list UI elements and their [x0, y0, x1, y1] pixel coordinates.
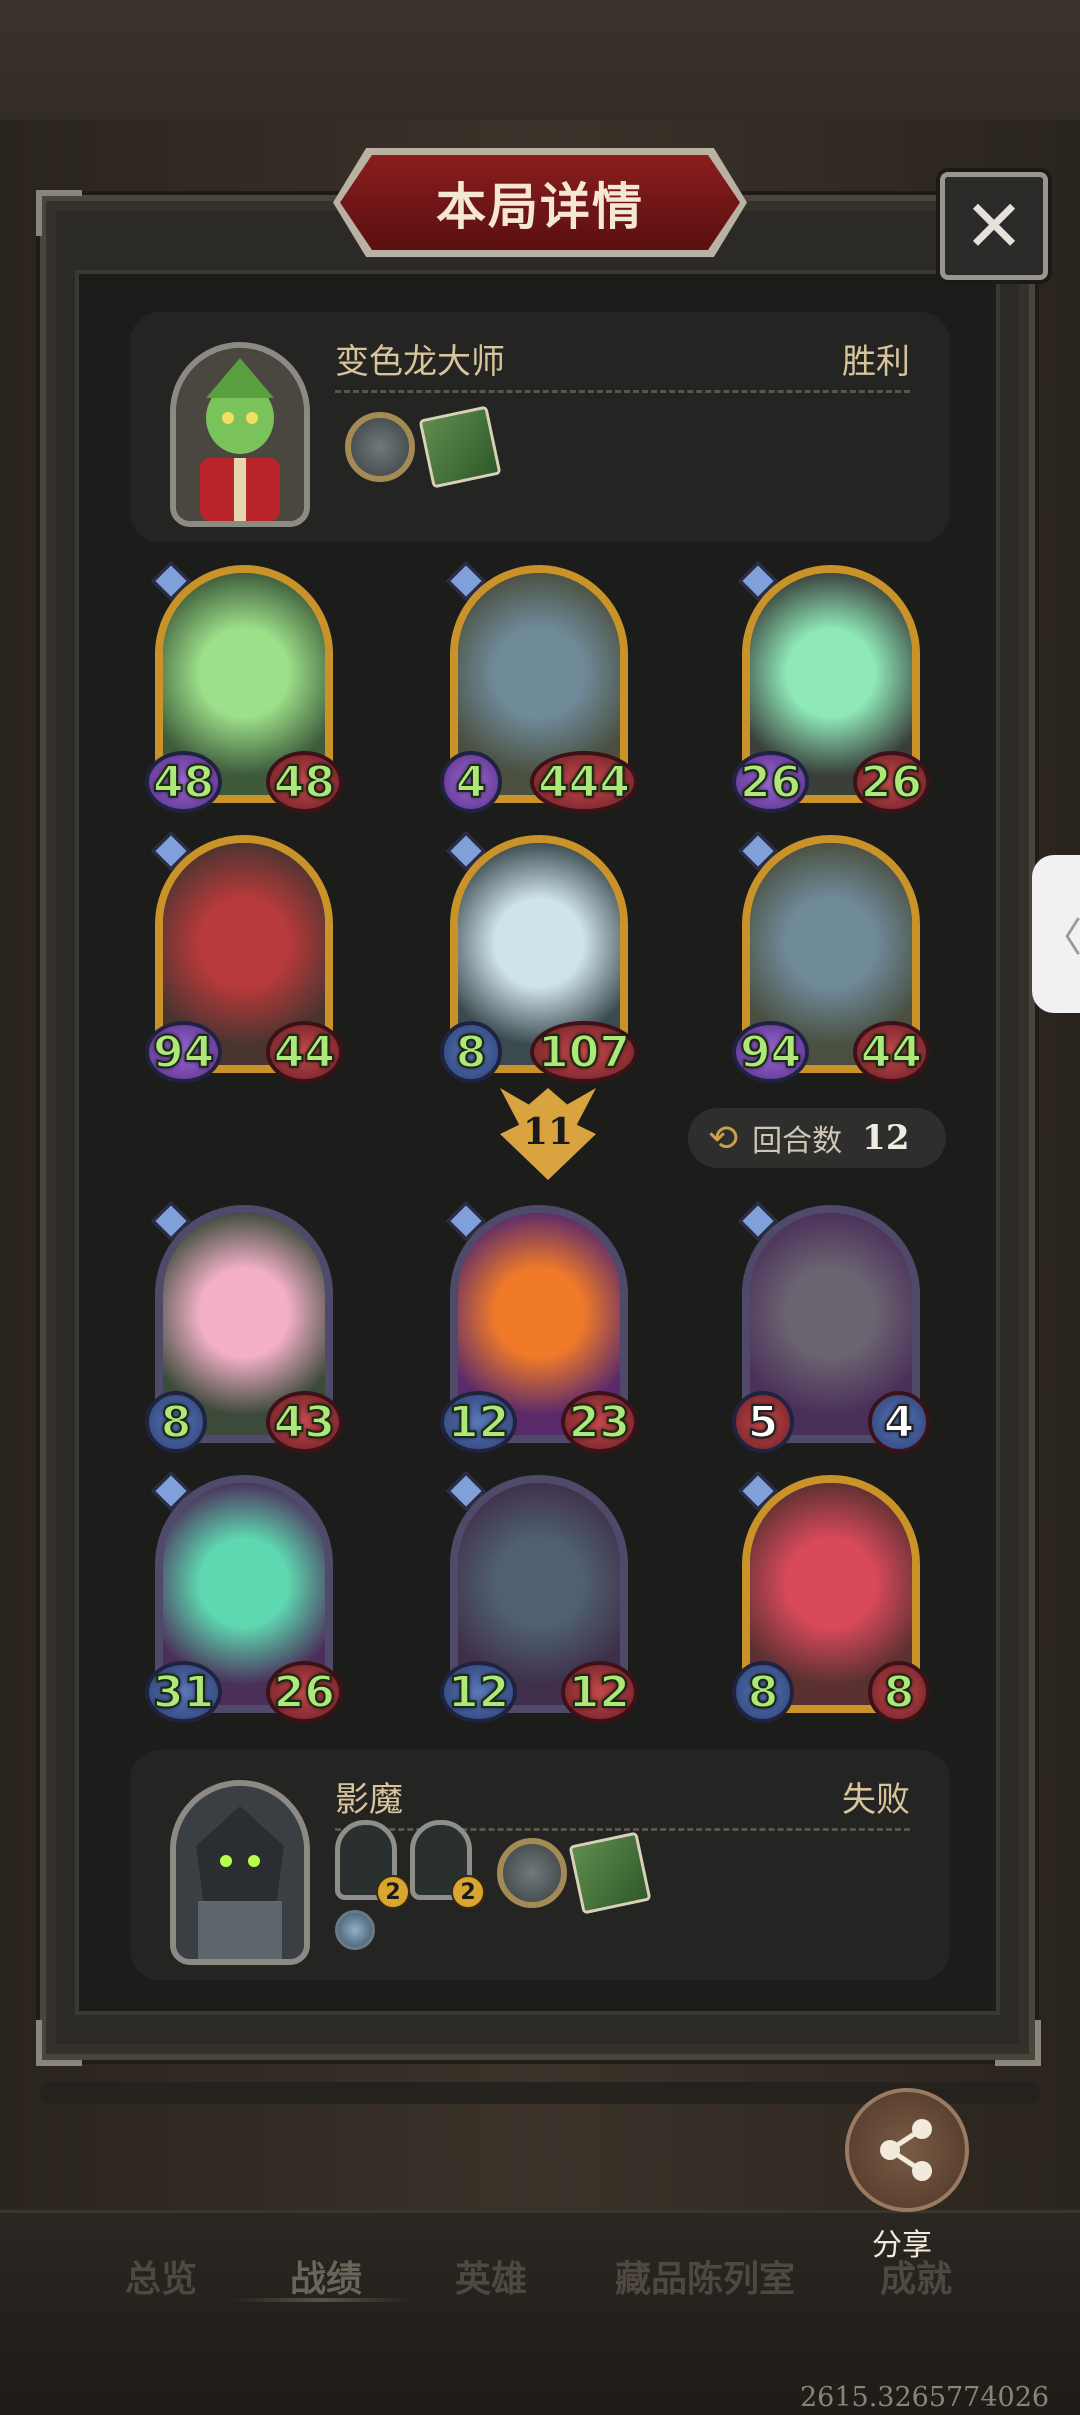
health-stat: 8 — [868, 1661, 930, 1723]
attack-stat: 12 — [440, 1391, 518, 1453]
player-result-loss: 失败 — [842, 1780, 910, 1820]
relic-coin-icon[interactable] — [345, 412, 415, 482]
stack-count-badge: 2 — [451, 1875, 485, 1909]
nav-record[interactable]: 战绩 — [290, 2250, 362, 2302]
spellbook-icon[interactable] — [418, 405, 502, 489]
turn-number: 11 — [522, 1111, 574, 1153]
minion-card-moth-yeti[interactable]: 8 107 — [440, 831, 638, 1083]
stack-count-badge: 2 — [376, 1875, 410, 1909]
frame-corner — [36, 2020, 82, 2066]
minion-card-flower-fairy[interactable]: 8 43 — [145, 1201, 343, 1453]
minion-card-hat-goblin[interactable]: 94 44 — [732, 831, 930, 1083]
frame-corner — [995, 2020, 1041, 2066]
dialog-title: 本局详情 — [436, 177, 644, 236]
round-value: 12 — [862, 1118, 910, 1158]
minion-card-fire-spirit[interactable]: 12 23 — [440, 1201, 638, 1453]
round-label: 回合数 — [752, 1124, 843, 1159]
share-label: 分享 — [872, 2228, 932, 2263]
health-stat: 4 — [868, 1391, 930, 1453]
attack-stat: 12 — [440, 1661, 518, 1723]
player-result-win: 胜利 — [842, 342, 910, 382]
side-drawer-tab[interactable]: 〈 — [1032, 855, 1080, 1013]
repeat-icon: ⟲ — [708, 1117, 739, 1159]
nav-active-indicator — [232, 2298, 412, 2302]
nav-collection[interactable]: 藏品陈列室 — [615, 2250, 795, 2302]
close-button[interactable]: ✕ — [940, 172, 1048, 280]
attack-stat: 8 — [732, 1661, 794, 1723]
minion-card-ghost-cat[interactable]: 26 26 — [732, 561, 930, 813]
health-stat: 26 — [852, 751, 930, 813]
coordinate-readout: 2615.3265774026 — [800, 2382, 1050, 2413]
hero-portrait-chameleon[interactable] — [170, 342, 310, 527]
health-stat: 444 — [530, 751, 638, 813]
attack-stat: 26 — [732, 751, 810, 813]
emblem-icon[interactable] — [335, 1910, 375, 1950]
health-stat: 107 — [530, 1021, 638, 1083]
hero-card-icon[interactable]: 2 — [335, 1820, 410, 1909]
spellbook-icon[interactable] — [568, 1831, 652, 1915]
player-name: 变色龙大师 — [335, 342, 505, 382]
divider-dashed — [335, 390, 910, 393]
attack-stat: 8 — [145, 1391, 207, 1453]
title-banner: 本局详情 — [340, 155, 740, 250]
health-stat: 48 — [265, 751, 343, 813]
attack-stat: 4 — [440, 751, 502, 813]
health-stat: 23 — [560, 1391, 638, 1453]
round-counter: ⟲ 回合数 12 — [688, 1108, 946, 1168]
health-stat: 44 — [265, 1021, 343, 1083]
attack-stat: 94 — [732, 1021, 810, 1083]
health-stat: 44 — [852, 1021, 930, 1083]
frame-corner — [36, 190, 82, 236]
share-icon — [880, 2119, 932, 2181]
health-stat: 26 — [265, 1661, 343, 1723]
nav-overview[interactable]: 总览 — [125, 2250, 197, 2302]
close-icon: ✕ — [963, 184, 1025, 268]
minion-card-mushroom-bug[interactable]: 12 12 — [440, 1471, 638, 1723]
minion-card-hat-goblin[interactable]: 4 444 — [440, 561, 638, 813]
minion-card-mushroom-girl[interactable]: 88 — [732, 1471, 930, 1723]
minion-card-green-sword-spirit[interactable]: 48 48 — [145, 561, 343, 813]
chevron-left-icon: 〈 — [1042, 915, 1080, 961]
hero-portrait-shadow-demon[interactable] — [170, 1780, 310, 1965]
health-stat: 12 — [560, 1661, 638, 1723]
player-panel-winner: 变色龙大师 胜利 — [130, 312, 950, 542]
hero-card-icon[interactable]: 2 — [410, 1820, 485, 1909]
attack-stat: 48 — [145, 751, 223, 813]
minion-card-green-genie[interactable]: 31 26 — [145, 1471, 343, 1723]
attack-stat: 94 — [145, 1021, 223, 1083]
relic-coin-icon[interactable] — [497, 1838, 567, 1908]
minion-card-red-ogre[interactable]: 94 44 — [145, 831, 343, 1083]
player-panel-loser: 影魔 失败 2 2 — [130, 1750, 950, 1980]
health-stat: 43 — [265, 1391, 343, 1453]
player-name: 影魔 — [335, 1780, 403, 1820]
attack-stat: 31 — [145, 1661, 223, 1723]
attack-stat: 8 — [440, 1021, 502, 1083]
nav-heroes[interactable]: 英雄 — [455, 2250, 527, 2302]
share-button[interactable] — [845, 2088, 969, 2212]
attack-stat: 5 — [732, 1391, 794, 1453]
minion-card-hooded-rogue[interactable]: 54 — [732, 1201, 930, 1453]
